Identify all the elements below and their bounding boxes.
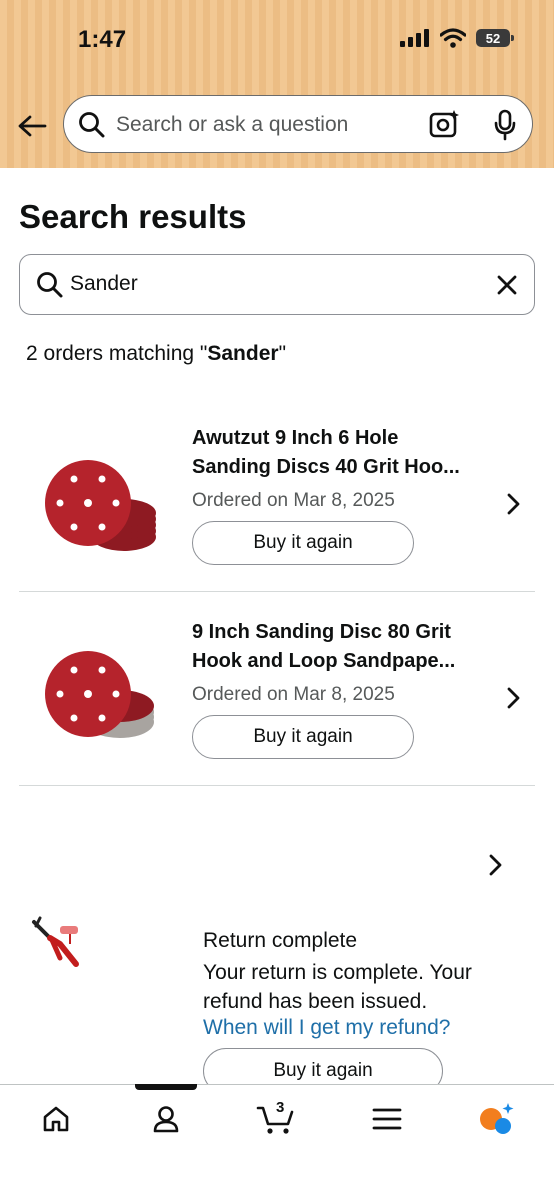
chevron-right-icon[interactable] (505, 686, 521, 710)
nav-account[interactable] (136, 1099, 196, 1139)
home-icon (43, 1106, 69, 1132)
clear-icon[interactable] (496, 274, 518, 296)
product-title[interactable]: Awutzut 9 Inch 6 Hole Sanding Discs 40 G… (192, 424, 497, 482)
status-time: 1:47 (78, 26, 127, 53)
buy-it-again-button[interactable]: Buy it again (192, 715, 414, 759)
order-card[interactable]: Awutzut 9 Inch 6 Hole Sanding Discs 40 G… (0, 400, 554, 590)
signal-icon (400, 29, 429, 47)
rufus-icon (480, 1103, 514, 1134)
order-search-input[interactable]: Sander (19, 254, 535, 315)
page-title: Search results (19, 198, 247, 235)
sanding-disc-image (45, 651, 154, 738)
search-icon (37, 272, 63, 298)
chevron-right-icon[interactable] (505, 492, 521, 516)
product-title-line: Awutzut 9 Inch 6 Hole (192, 427, 399, 449)
search-query-value: Sander (70, 272, 138, 295)
match-term: Sander (207, 342, 279, 365)
back-button[interactable] (14, 108, 50, 144)
order-date: Ordered on Mar 8, 2025 (192, 684, 395, 705)
product-title[interactable]: 9 Inch Sanding Disc 80 Grit Hook and Loo… (192, 618, 497, 676)
microphone-icon[interactable] (492, 109, 518, 141)
nav-home[interactable] (26, 1099, 86, 1139)
back-arrow-icon (18, 115, 47, 137)
chevron-right-icon[interactable] (487, 853, 503, 877)
return-status: Return complete (203, 929, 358, 952)
refund-info-link[interactable]: When will I get my refund? (203, 1016, 450, 1040)
product-title-line: 9 Inch Sanding Disc 80 Grit (192, 621, 451, 643)
divider (19, 591, 535, 592)
battery-icon: 52 (476, 29, 514, 47)
order-date: Ordered on Mar 8, 2025 (192, 490, 395, 511)
nav-rufus[interactable] (466, 1099, 526, 1139)
nav-menu[interactable] (357, 1099, 417, 1139)
match-count-text: 2 orders matching "Sander" (26, 342, 286, 366)
sanding-disc-image (45, 460, 156, 551)
top-search-bar[interactable]: Search or ask a question (63, 95, 533, 153)
status-icons: 52 (400, 28, 514, 48)
sander-tool-image (32, 916, 79, 967)
menu-icon (372, 1108, 402, 1130)
return-message: Your return is complete. Your refund has… (203, 961, 472, 1013)
product-title-line: Hook and Loop Sandpape... (192, 650, 456, 672)
search-icon (79, 112, 105, 138)
scroll-indicator (135, 1084, 197, 1090)
cart-count-badge: 3 (276, 1099, 285, 1116)
buy-it-again-button[interactable]: Buy it again (192, 521, 414, 565)
camera-search-icon[interactable] (429, 109, 461, 139)
account-icon (153, 1106, 179, 1133)
wifi-icon (440, 28, 466, 48)
top-search-placeholder: Search or ask a question (116, 113, 349, 136)
match-suffix: " (278, 342, 287, 365)
match-prefix: 2 orders matching " (26, 342, 208, 365)
order-card[interactable]: 9 Inch Sanding Disc 80 Grit Hook and Loo… (0, 594, 554, 784)
product-title-line: Sanding Discs 40 Grit Hoo... (192, 456, 460, 478)
